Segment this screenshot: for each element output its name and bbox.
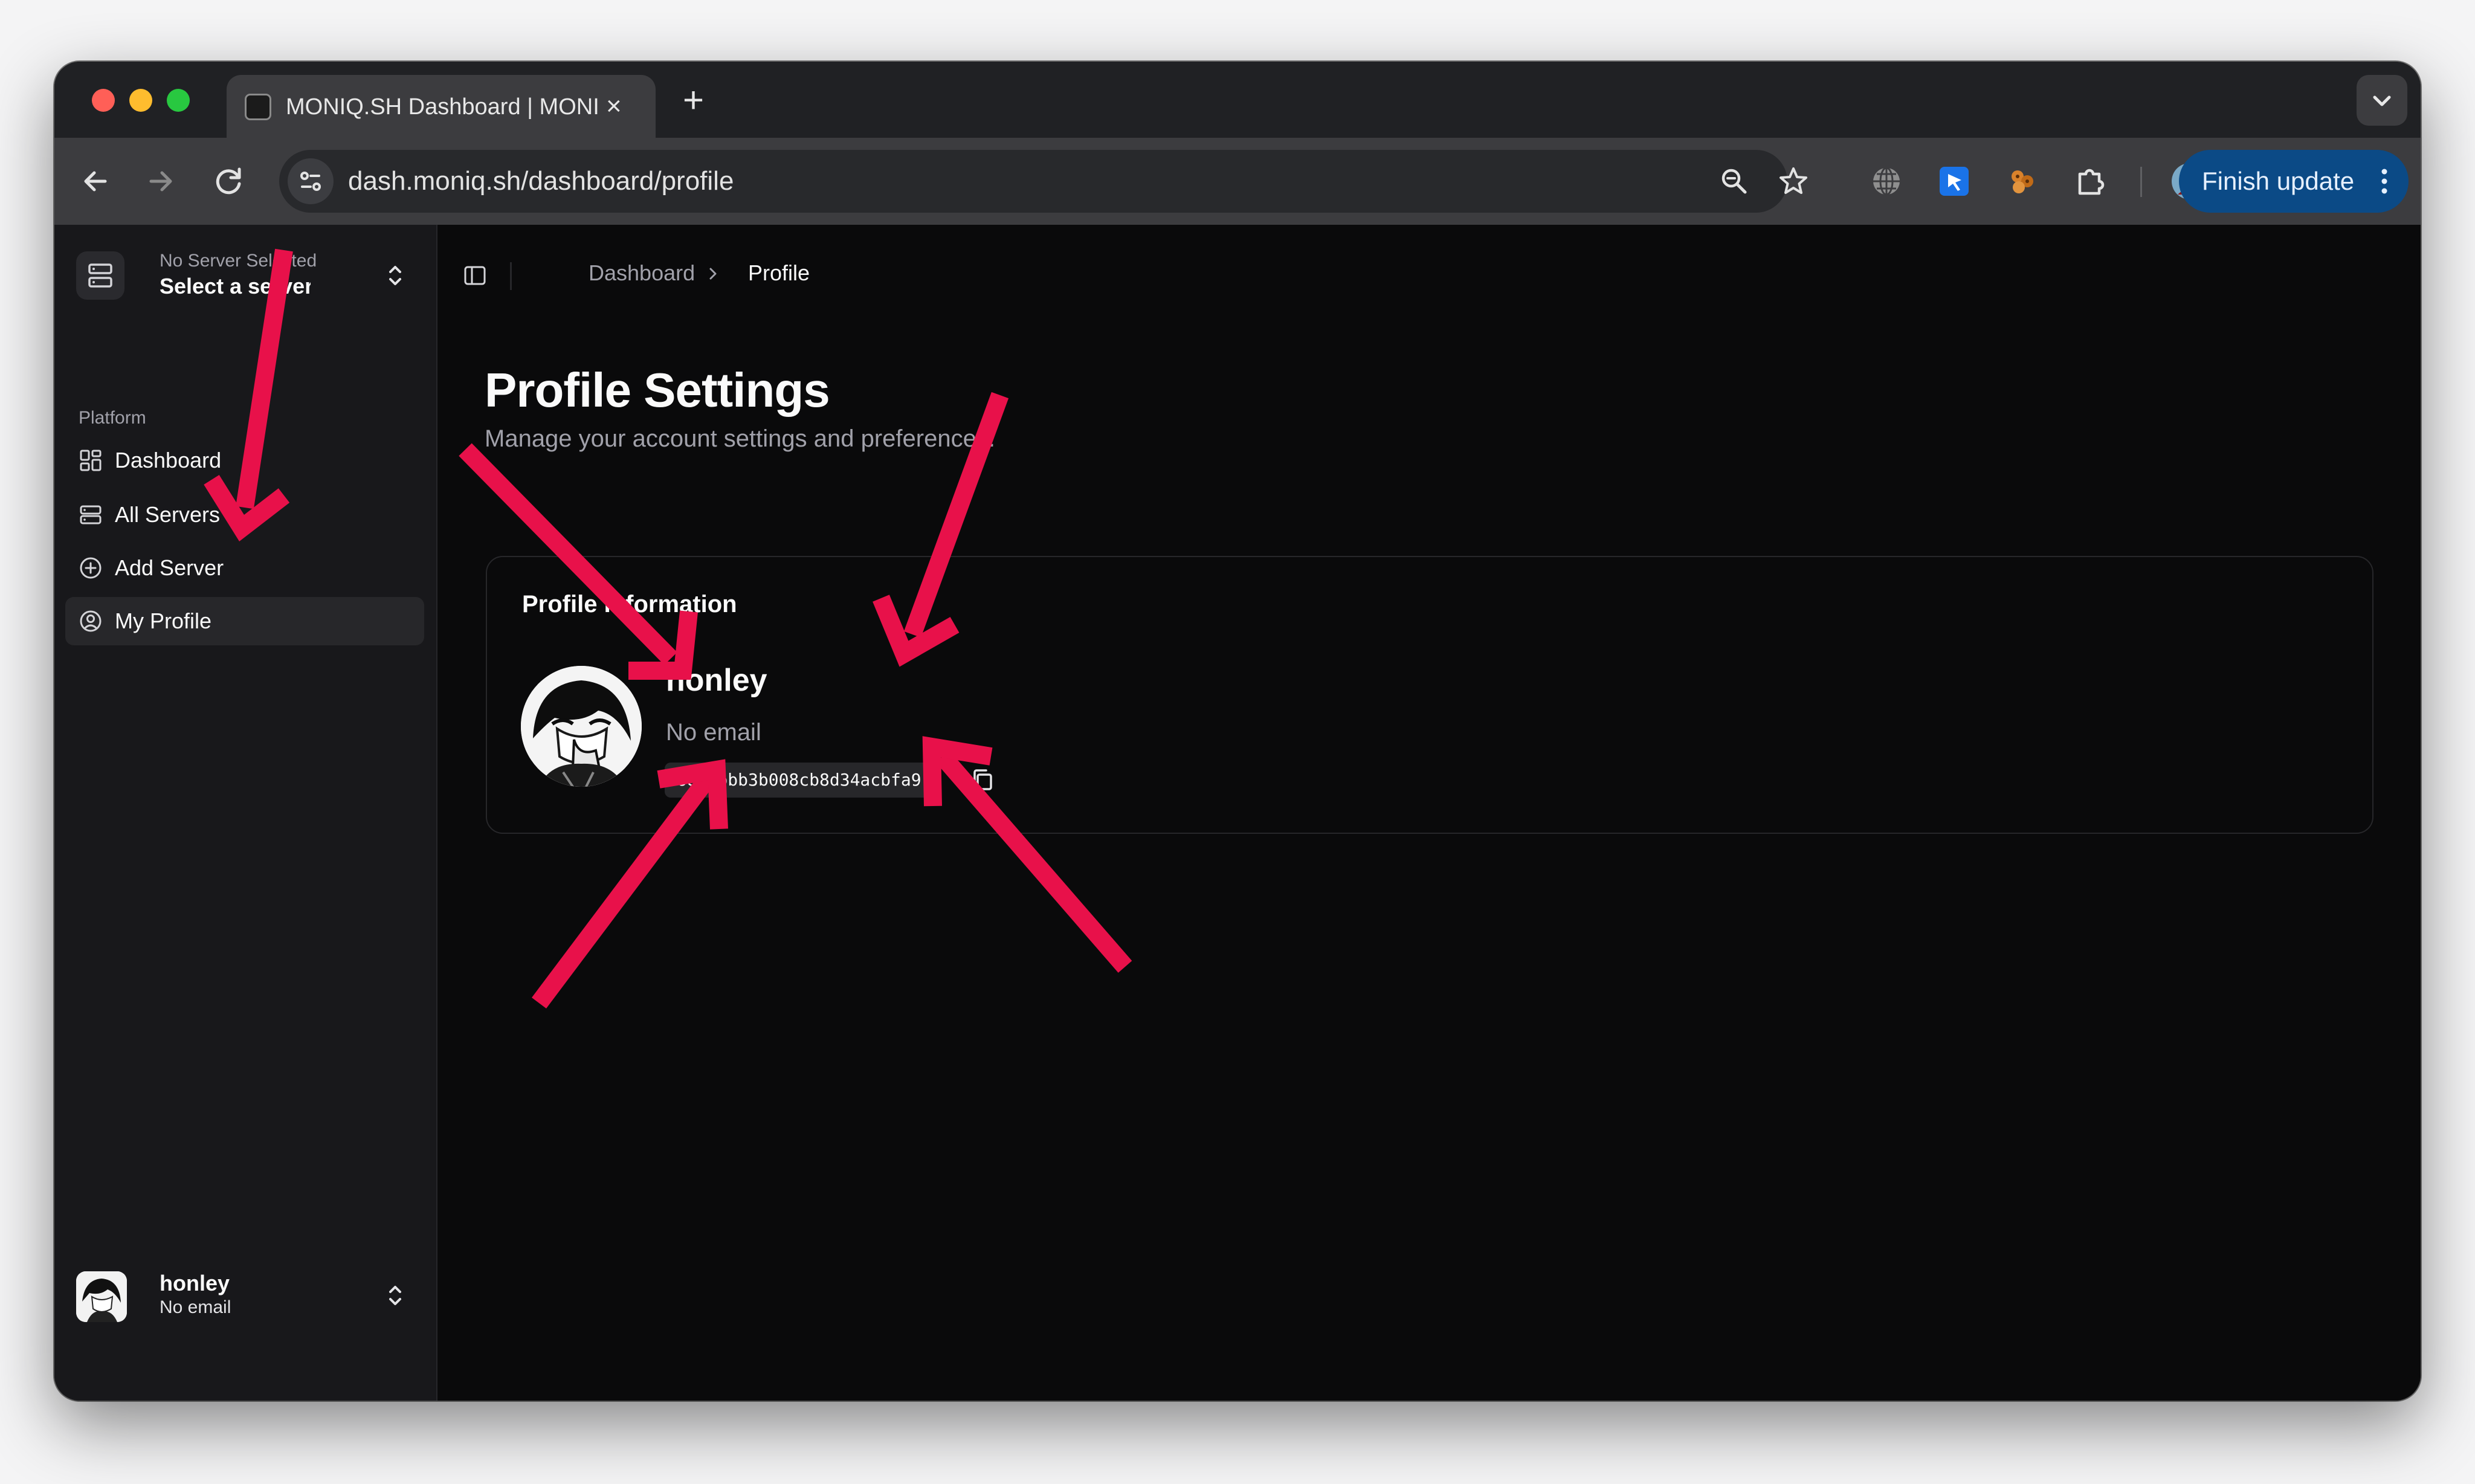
breadcrumb-dashboard-link[interactable]: Dashboard <box>589 259 695 288</box>
window-close-dot[interactable] <box>92 89 115 112</box>
page-subtitle: Manage your account settings and prefere… <box>485 425 995 452</box>
server-switcher-subtitle: No Server Selected <box>160 251 317 271</box>
sidebar-group-label: Platform <box>79 408 146 428</box>
page-title: Profile Settings <box>485 363 830 417</box>
sidebar-item-add-server[interactable]: Add Server <box>65 544 424 592</box>
forward-arrow-icon[interactable] <box>138 158 184 204</box>
url-text[interactable]: dash.moniq.sh/dashboard/profile <box>348 164 734 198</box>
sidebar-item-dashboard[interactable]: Dashboard <box>65 436 424 485</box>
user-name: honley <box>160 1271 230 1295</box>
breadcrumb-current: Profile <box>748 260 810 285</box>
chevrons-up-down-icon <box>389 1286 401 1305</box>
chevrons-up-down-icon <box>389 266 401 285</box>
main-content: Dashboard Profile Profile Settings Manag… <box>439 225 2421 1401</box>
site-favicon-icon <box>245 94 271 120</box>
new-tab-icon[interactable]: + <box>683 82 704 118</box>
sidebar-item-label: My Profile <box>115 608 212 633</box>
profile-avatar <box>521 666 642 787</box>
cursor-extension-icon[interactable] <box>1934 161 1975 202</box>
tab-search-button[interactable] <box>2357 75 2407 126</box>
sidebar-item-my-profile[interactable]: My Profile <box>65 597 424 645</box>
card-title: Profile Information <box>522 591 737 618</box>
user-circle-icon <box>80 610 102 632</box>
finish-update-label: Finish update <box>2202 167 2355 195</box>
reload-icon[interactable] <box>205 158 251 204</box>
sidebar-item-label: Add Server <box>115 555 224 580</box>
globe-extension-icon[interactable] <box>1866 161 1907 202</box>
zoom-icon[interactable] <box>1716 163 1752 199</box>
sidebar-item-all-servers[interactable]: All Servers <box>65 491 424 539</box>
site-info-button[interactable] <box>288 158 334 204</box>
plus-circle-icon <box>80 557 102 579</box>
toolbar-divider <box>2140 167 2142 197</box>
window-minimize-dot[interactable] <box>129 89 152 112</box>
more-vertical-icon <box>2381 169 2387 194</box>
dashboard-grid-icon <box>80 450 102 471</box>
server-icon <box>76 251 124 300</box>
profile-email: No email <box>666 719 761 746</box>
tune-icon <box>300 172 321 191</box>
browser-toolbar: dash.moniq.sh/dashboard/profile Finish u… <box>54 138 2421 225</box>
profile-name: honley <box>666 663 767 698</box>
back-arrow-icon[interactable] <box>73 158 118 204</box>
tab-close-icon[interactable]: × <box>606 89 622 123</box>
bookmark-star-icon[interactable] <box>1775 163 1812 199</box>
breadcrumb-divider <box>510 262 512 290</box>
chevron-down-icon <box>2373 95 2391 106</box>
server-stack-icon <box>80 505 102 524</box>
chevron-right-icon <box>709 268 717 280</box>
page-content: No Server Selected Select a server Platf… <box>54 225 2421 1401</box>
sidebar: No Server Selected Select a server Platf… <box>54 225 437 1401</box>
copy-icon[interactable] <box>968 765 998 795</box>
avatar <box>76 1271 127 1322</box>
user-id-badge: 6893bbb3b008cb8d34acbfa9 <box>665 763 934 798</box>
address-bar[interactable]: dash.moniq.sh/dashboard/profile <box>279 150 1807 213</box>
server-switcher[interactable]: No Server Selected Select a server <box>76 245 415 303</box>
browser-titlebar: MONIQ.SH Dashboard | MONIQ.SH × + <box>54 62 2421 138</box>
extensions-puzzle-icon[interactable] <box>2070 161 2111 202</box>
finish-update-button[interactable]: Finish update <box>2179 150 2409 213</box>
sidebar-item-label: Dashboard <box>115 448 222 473</box>
window-zoom-dot[interactable] <box>167 89 190 112</box>
browser-tab[interactable]: MONIQ.SH Dashboard | MONIQ.SH × <box>227 75 656 138</box>
browser-window: MONIQ.SH Dashboard | MONIQ.SH × + <box>54 62 2421 1401</box>
user-email: No email <box>160 1297 231 1317</box>
profile-information-card: Profile Information honley No email 6893… <box>486 556 2373 834</box>
server-switcher-title: Select a server <box>160 274 311 298</box>
tab-title: MONIQ.SH Dashboard | MONIQ.SH <box>286 94 600 120</box>
user-menu[interactable]: honley No email <box>76 1265 415 1326</box>
sidebar-toggle-icon[interactable] <box>463 263 487 288</box>
cookie-extension-icon[interactable] <box>2001 161 2042 202</box>
sidebar-item-label: All Servers <box>115 502 221 527</box>
